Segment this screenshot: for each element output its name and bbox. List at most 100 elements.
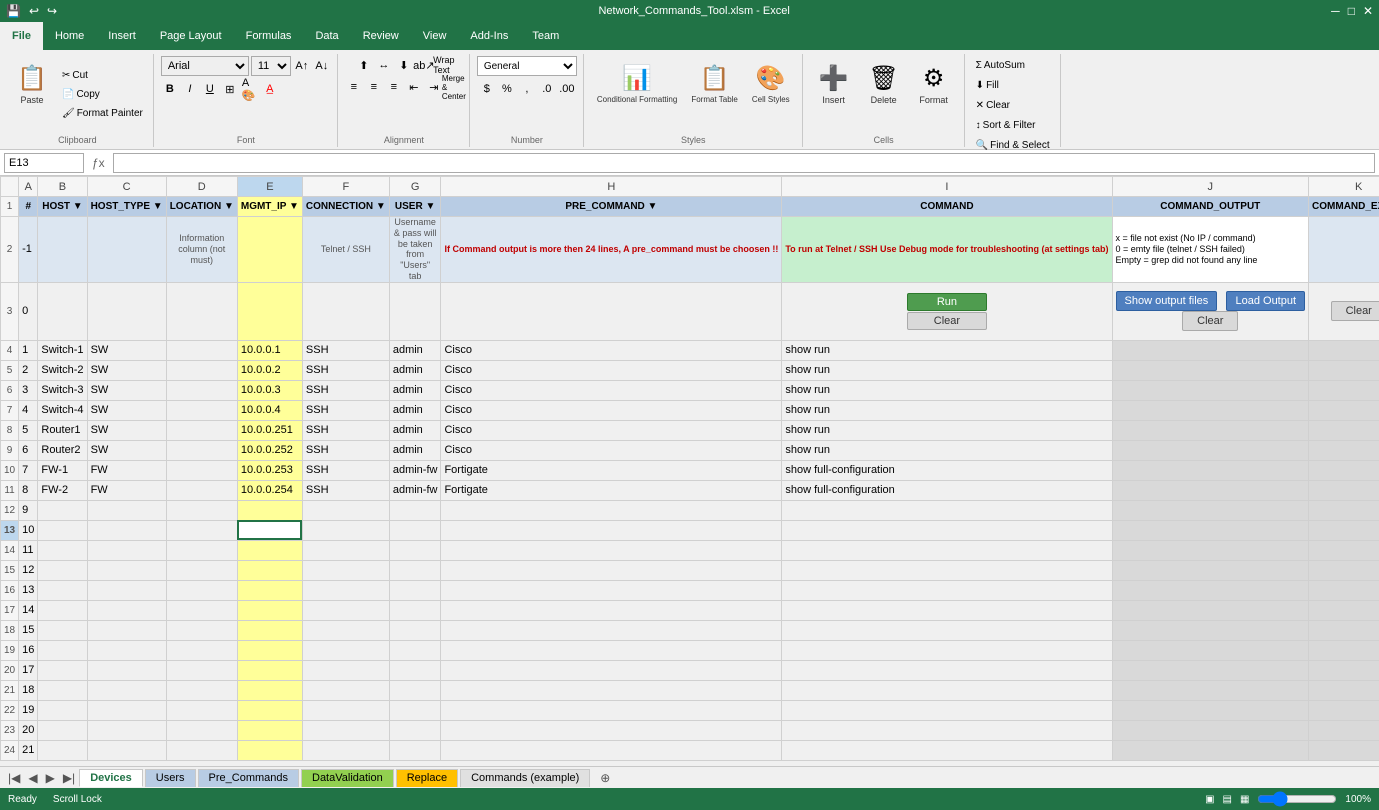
sheet-tab-replace[interactable]: Replace <box>396 769 458 787</box>
cell-1H[interactable]: PRE_COMMAND ▼ <box>441 197 782 217</box>
cell-1B[interactable]: HOST ▼ <box>38 197 87 217</box>
cell-2A[interactable]: -1 <box>19 217 38 283</box>
sort-filter-button[interactable]: ↕ Sort & Filter <box>972 116 1040 134</box>
col-header-C[interactable]: C <box>87 177 166 197</box>
percent-button[interactable]: % <box>498 80 516 98</box>
number-format-select[interactable]: General <box>477 56 577 76</box>
show-output-button[interactable]: Show output files <box>1116 291 1218 311</box>
align-middle-button[interactable]: ↔ <box>375 56 393 74</box>
grid-scroll-area[interactable]: A B C D E F G H I J K 1 # HOS <box>0 176 1379 766</box>
format-cells-button[interactable]: ⚙ Format <box>910 60 958 130</box>
sheet-tab-datavalidation[interactable]: DataValidation <box>301 769 394 787</box>
align-bottom-button[interactable]: ⬇ <box>395 56 413 74</box>
cell-3C[interactable] <box>87 282 166 340</box>
cell-1F[interactable]: CONNECTION ▼ <box>302 197 389 217</box>
font-name-select[interactable]: Arial <box>161 56 249 76</box>
align-center-button[interactable]: ≡ <box>365 78 383 96</box>
cell-1D[interactable]: LOCATION ▼ <box>166 197 237 217</box>
conditional-formatting-button[interactable]: 📊 Conditional Formatting <box>591 60 683 130</box>
col-header-A[interactable]: A <box>19 177 38 197</box>
cell-3F[interactable] <box>302 282 389 340</box>
add-sheet-button[interactable]: ⊕ <box>596 771 614 785</box>
italic-button[interactable]: I <box>181 80 199 98</box>
cell-3D[interactable] <box>166 282 237 340</box>
underline-button[interactable]: U <box>201 80 219 98</box>
tab-addins[interactable]: Add-Ins <box>458 22 520 50</box>
page-layout-view-icon[interactable]: ▤ <box>1223 794 1232 805</box>
cell-2G[interactable]: Username & pass will be taken from "User… <box>389 217 441 283</box>
sheet-tab-users[interactable]: Users <box>145 769 196 787</box>
restore-icon[interactable]: □ <box>1346 4 1357 18</box>
bold-button[interactable]: B <box>161 80 179 98</box>
cell-2F[interactable]: Telnet / SSH <box>302 217 389 283</box>
cell-2J[interactable]: x = file not exist (No IP / command)0 = … <box>1112 217 1309 283</box>
cell-1I[interactable]: COMMAND <box>782 197 1112 217</box>
cell-2E[interactable] <box>237 217 302 283</box>
col-header-B[interactable]: B <box>38 177 87 197</box>
sheet-nav-prev[interactable]: ◀ <box>24 771 41 785</box>
increase-font-button[interactable]: A↑ <box>293 57 311 75</box>
col-header-F[interactable]: F <box>302 177 389 197</box>
cell-1G[interactable]: USER ▼ <box>389 197 441 217</box>
normal-view-icon[interactable]: ▣ <box>1205 794 1214 805</box>
align-top-button[interactable]: ⬆ <box>355 56 373 74</box>
format-table-button[interactable]: 📋 Format Table <box>685 60 744 130</box>
tab-file[interactable]: File <box>0 22 43 50</box>
sheet-tab-pre-commands[interactable]: Pre_Commands <box>198 769 299 787</box>
formula-input[interactable] <box>113 153 1375 173</box>
increase-decimal-button[interactable]: .00 <box>558 80 576 98</box>
clear-k-button[interactable]: Clear <box>1331 301 1379 321</box>
cell-3G[interactable] <box>389 282 441 340</box>
merge-center-button[interactable]: Merge & Center <box>445 78 463 96</box>
col-header-G[interactable]: G <box>389 177 441 197</box>
align-right-button[interactable]: ≡ <box>385 78 403 96</box>
run-button[interactable]: Run <box>907 293 987 311</box>
decrease-indent-button[interactable]: ⇤ <box>405 78 423 96</box>
cell-2D[interactable]: Information column (not must) <box>166 217 237 283</box>
cell-3H[interactable] <box>441 282 782 340</box>
cell-3A[interactable]: 0 <box>19 282 38 340</box>
cell-2I[interactable]: To run at Telnet / SSH Use Debug mode fo… <box>782 217 1112 283</box>
copy-button[interactable]: 📄 Copy <box>58 86 147 104</box>
clear-button-i[interactable]: Clear <box>907 312 987 330</box>
wrap-text-button[interactable]: Wrap Text <box>435 56 453 74</box>
tab-view[interactable]: View <box>411 22 459 50</box>
save-icon[interactable]: 💾 <box>4 4 23 18</box>
sheet-tab-devices[interactable]: Devices <box>79 769 143 787</box>
insert-cells-button[interactable]: ➕ Insert <box>810 60 858 130</box>
clear-button[interactable]: ✕ Clear <box>972 96 1014 114</box>
sheet-tab-commands-example[interactable]: Commands (example) <box>460 769 590 787</box>
cell-reference-box[interactable]: E13 <box>4 153 84 173</box>
redo-icon[interactable]: ↪ <box>45 4 59 18</box>
tab-insert[interactable]: Insert <box>96 22 148 50</box>
cell-3E[interactable] <box>237 282 302 340</box>
border-button[interactable]: ⊞ <box>221 80 239 98</box>
cut-button[interactable]: ✂ Cut <box>58 67 147 85</box>
cell-2H[interactable]: If Command output is more then 24 lines,… <box>441 217 782 283</box>
comma-button[interactable]: , <box>518 80 536 98</box>
clear-output-button[interactable]: Clear <box>1182 311 1238 331</box>
cell-2B[interactable] <box>38 217 87 283</box>
minimize-icon[interactable]: ─ <box>1329 4 1342 18</box>
decrease-decimal-button[interactable]: .0 <box>538 80 556 98</box>
cell-1C[interactable]: HOST_TYPE ▼ <box>87 197 166 217</box>
col-header-K[interactable]: K <box>1309 177 1379 197</box>
col-header-D[interactable]: D <box>166 177 237 197</box>
font-size-select[interactable]: 11 <box>251 56 291 76</box>
sheet-nav-next[interactable]: ▶ <box>42 771 59 785</box>
orientation-button[interactable]: ab↗ <box>415 56 433 74</box>
currency-button[interactable]: $ <box>478 80 496 98</box>
cell-1K[interactable]: COMMAND_EXECU <box>1309 197 1379 217</box>
sheet-nav-last[interactable]: ▶| <box>59 771 79 785</box>
cell-2C[interactable] <box>87 217 166 283</box>
tab-page-layout[interactable]: Page Layout <box>148 22 234 50</box>
col-header-E[interactable]: E <box>237 177 302 197</box>
fill-button[interactable]: ⬇ Fill <box>972 76 1003 94</box>
cell-1J[interactable]: COMMAND_OUTPUT <box>1112 197 1309 217</box>
zoom-slider[interactable] <box>1257 794 1337 804</box>
load-output-button[interactable]: Load Output <box>1226 291 1305 311</box>
tab-review[interactable]: Review <box>351 22 411 50</box>
cell-2K[interactable] <box>1309 217 1379 283</box>
tab-home[interactable]: Home <box>43 22 96 50</box>
format-painter-button[interactable]: 🖌 Format Painter <box>58 105 147 123</box>
